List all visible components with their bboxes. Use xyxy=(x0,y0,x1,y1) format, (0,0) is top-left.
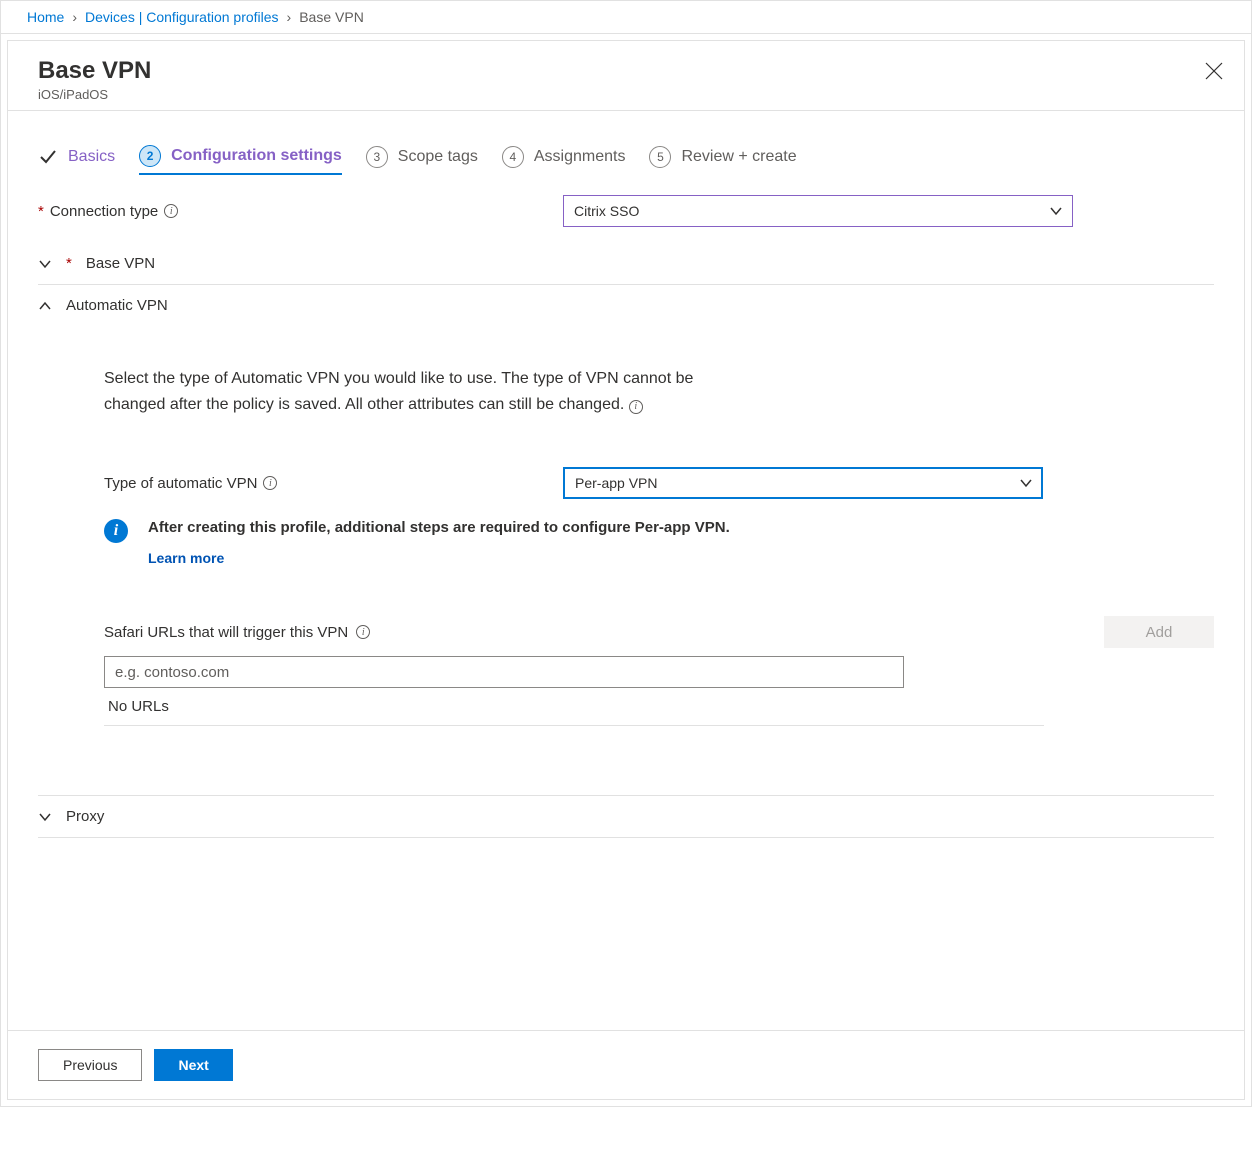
page-title: Base VPN xyxy=(38,57,1214,85)
next-button[interactable]: Next xyxy=(154,1049,232,1081)
safari-url-input[interactable] xyxy=(104,656,904,688)
breadcrumb-home[interactable]: Home xyxy=(27,9,64,25)
step-configuration-settings[interactable]: 2 Configuration settings xyxy=(139,145,342,175)
close-button[interactable] xyxy=(1202,59,1226,83)
wizard-footer: Previous Next xyxy=(8,1030,1244,1099)
section-proxy-header[interactable]: Proxy xyxy=(38,796,1214,837)
step-assignments[interactable]: 4 Assignments xyxy=(502,146,626,168)
step-review-create[interactable]: 5 Review + create xyxy=(649,146,796,168)
add-url-button[interactable]: Add xyxy=(1104,616,1214,648)
info-message: After creating this profile, additional … xyxy=(148,519,730,536)
step-label: Scope tags xyxy=(398,148,478,166)
no-urls-text: No URLs xyxy=(104,688,1044,726)
select-value: Per-app VPN xyxy=(575,475,657,491)
safari-urls-label: Safari URLs that will trigger this VPN i xyxy=(104,624,370,641)
step-number: 5 xyxy=(649,146,671,168)
info-icon[interactable]: i xyxy=(263,476,277,490)
page-subtitle: iOS/iPadOS xyxy=(38,87,1214,102)
info-callout: i After creating this profile, additiona… xyxy=(104,519,1214,566)
automatic-vpn-description: Select the type of Automatic VPN you wou… xyxy=(104,366,744,417)
required-indicator: * xyxy=(66,255,72,272)
info-icon[interactable]: i xyxy=(629,400,643,414)
connection-type-label: * Connection type i xyxy=(38,203,563,220)
section-title: Proxy xyxy=(66,808,104,825)
select-value: Citrix SSO xyxy=(574,203,639,219)
label-text: Type of automatic VPN xyxy=(104,475,257,492)
automatic-vpn-type-label: Type of automatic VPN i xyxy=(104,475,563,492)
step-scope-tags[interactable]: 3 Scope tags xyxy=(366,146,478,168)
chevron-up-icon xyxy=(38,299,52,313)
chevron-right-icon: › xyxy=(72,9,77,25)
breadcrumb: Home › Devices | Configuration profiles … xyxy=(1,1,1251,34)
learn-more-link[interactable]: Learn more xyxy=(148,550,730,566)
required-indicator: * xyxy=(38,203,44,220)
chevron-down-icon xyxy=(1049,204,1063,218)
chevron-right-icon: › xyxy=(287,9,292,25)
chevron-down-icon xyxy=(38,257,52,271)
connection-type-select[interactable]: Citrix SSO xyxy=(563,195,1073,227)
checkmark-icon xyxy=(38,147,58,167)
step-number: 2 xyxy=(139,145,161,167)
section-title: Base VPN xyxy=(86,255,155,272)
step-label: Review + create xyxy=(681,148,796,166)
close-icon xyxy=(1202,59,1226,83)
section-base-vpn-header[interactable]: * Base VPN xyxy=(38,243,1214,284)
step-basics[interactable]: Basics xyxy=(38,147,115,167)
chevron-down-icon xyxy=(38,810,52,824)
step-label: Basics xyxy=(68,148,115,166)
previous-button[interactable]: Previous xyxy=(38,1049,142,1081)
info-icon[interactable]: i xyxy=(164,204,178,218)
chevron-down-icon xyxy=(1019,476,1033,490)
info-icon[interactable]: i xyxy=(356,625,370,639)
wizard-steps: Basics 2 Configuration settings 3 Scope … xyxy=(38,145,1214,169)
label-text: Connection type xyxy=(50,203,158,220)
step-number: 4 xyxy=(502,146,524,168)
section-automatic-vpn-header[interactable]: Automatic VPN xyxy=(38,285,1214,326)
info-icon: i xyxy=(104,519,128,543)
automatic-vpn-type-select[interactable]: Per-app VPN xyxy=(563,467,1043,499)
label-text: Safari URLs that will trigger this VPN xyxy=(104,624,348,641)
breadcrumb-current: Base VPN xyxy=(299,9,364,25)
step-number: 3 xyxy=(366,146,388,168)
step-label: Assignments xyxy=(534,148,626,166)
breadcrumb-devices[interactable]: Devices | Configuration profiles xyxy=(85,9,279,25)
section-title: Automatic VPN xyxy=(66,297,168,314)
step-label: Configuration settings xyxy=(171,147,342,165)
